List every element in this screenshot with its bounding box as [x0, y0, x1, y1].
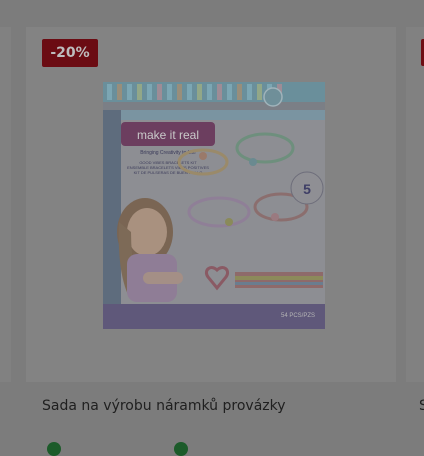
discount-badge: -20% — [42, 39, 98, 67]
next-product-card-edge[interactable] — [406, 27, 424, 382]
box-pcs-text: 54 PCS/PZS — [281, 313, 315, 319]
product-title[interactable]: Sada na výrobu náramků provázky — [42, 398, 286, 414]
delivery-icon — [174, 442, 188, 456]
box-count-badge-text: 5 — [303, 181, 311, 197]
box-brand-text: make it real — [137, 128, 199, 142]
product-image[interactable]: make it real Bringing Creativity to Life… — [103, 82, 325, 329]
previous-product-card-edge[interactable] — [0, 27, 11, 382]
next-product-title[interactable]: S — [419, 398, 424, 414]
in-stock-icon — [47, 442, 61, 456]
